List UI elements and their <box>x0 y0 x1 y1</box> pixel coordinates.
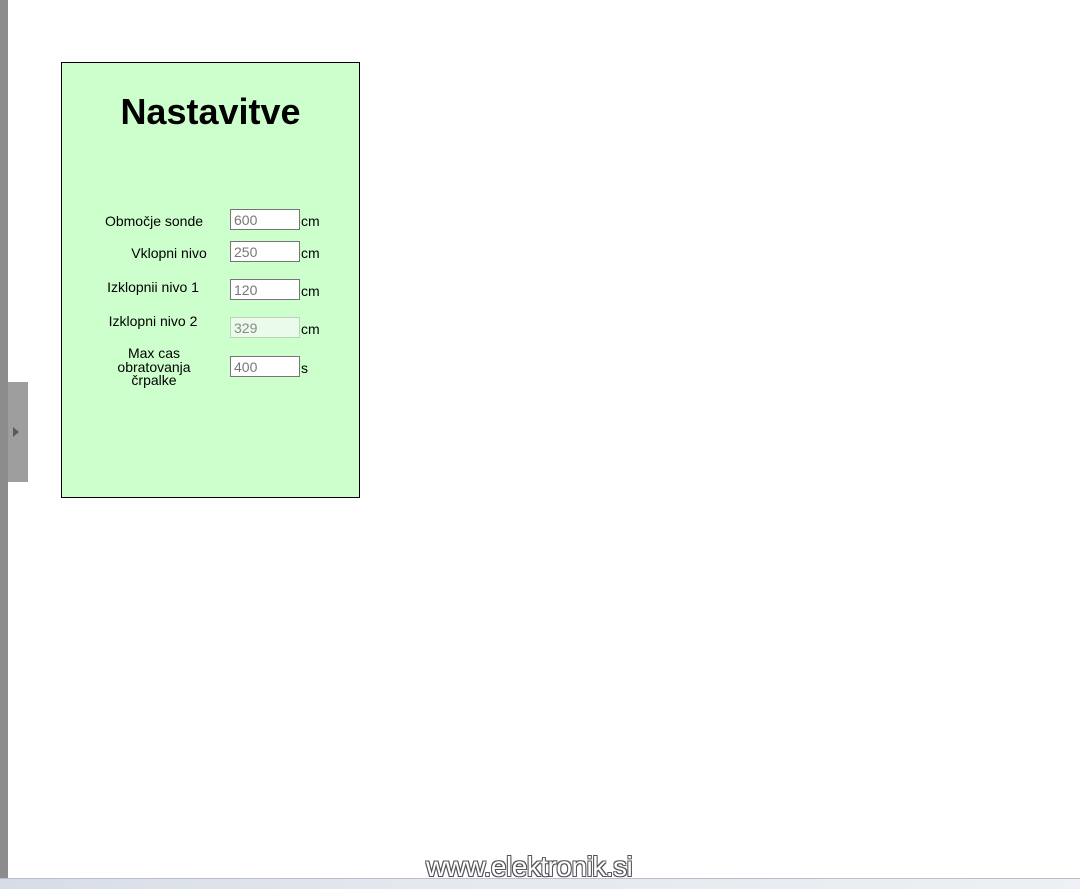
max-runtime-unit: s <box>301 360 308 376</box>
left-edge-bar <box>0 0 8 878</box>
probe-range-unit: cm <box>301 213 320 229</box>
probe-range-label: Območje sonde <box>104 213 204 229</box>
settings-panel: Nastavitve Območje sonde cm Vklopni nivo… <box>61 62 360 498</box>
probe-range-input[interactable] <box>230 209 300 230</box>
on-level-unit: cm <box>301 245 320 261</box>
off-level-2-input <box>230 317 300 338</box>
on-level-label: Vklopni nivo <box>131 245 207 261</box>
settings-title: Nastavitve <box>120 91 301 132</box>
off-level-1-unit: cm <box>301 283 320 299</box>
side-panel-toggle[interactable] <box>8 382 28 482</box>
chevron-right-icon <box>13 427 19 437</box>
off-level-1-label: Izklopnii nivo 1 <box>107 279 199 295</box>
max-runtime-input[interactable] <box>230 356 300 377</box>
off-level-2-label: Izklopni nivo 2 <box>108 313 198 329</box>
off-level-1-input[interactable] <box>230 279 300 300</box>
on-level-input[interactable] <box>230 241 300 262</box>
off-level-2-unit: cm <box>301 321 320 337</box>
watermark-text: www.elektronik.si <box>426 851 633 882</box>
max-runtime-label: Max cas obratovanja črpalke <box>117 345 191 388</box>
